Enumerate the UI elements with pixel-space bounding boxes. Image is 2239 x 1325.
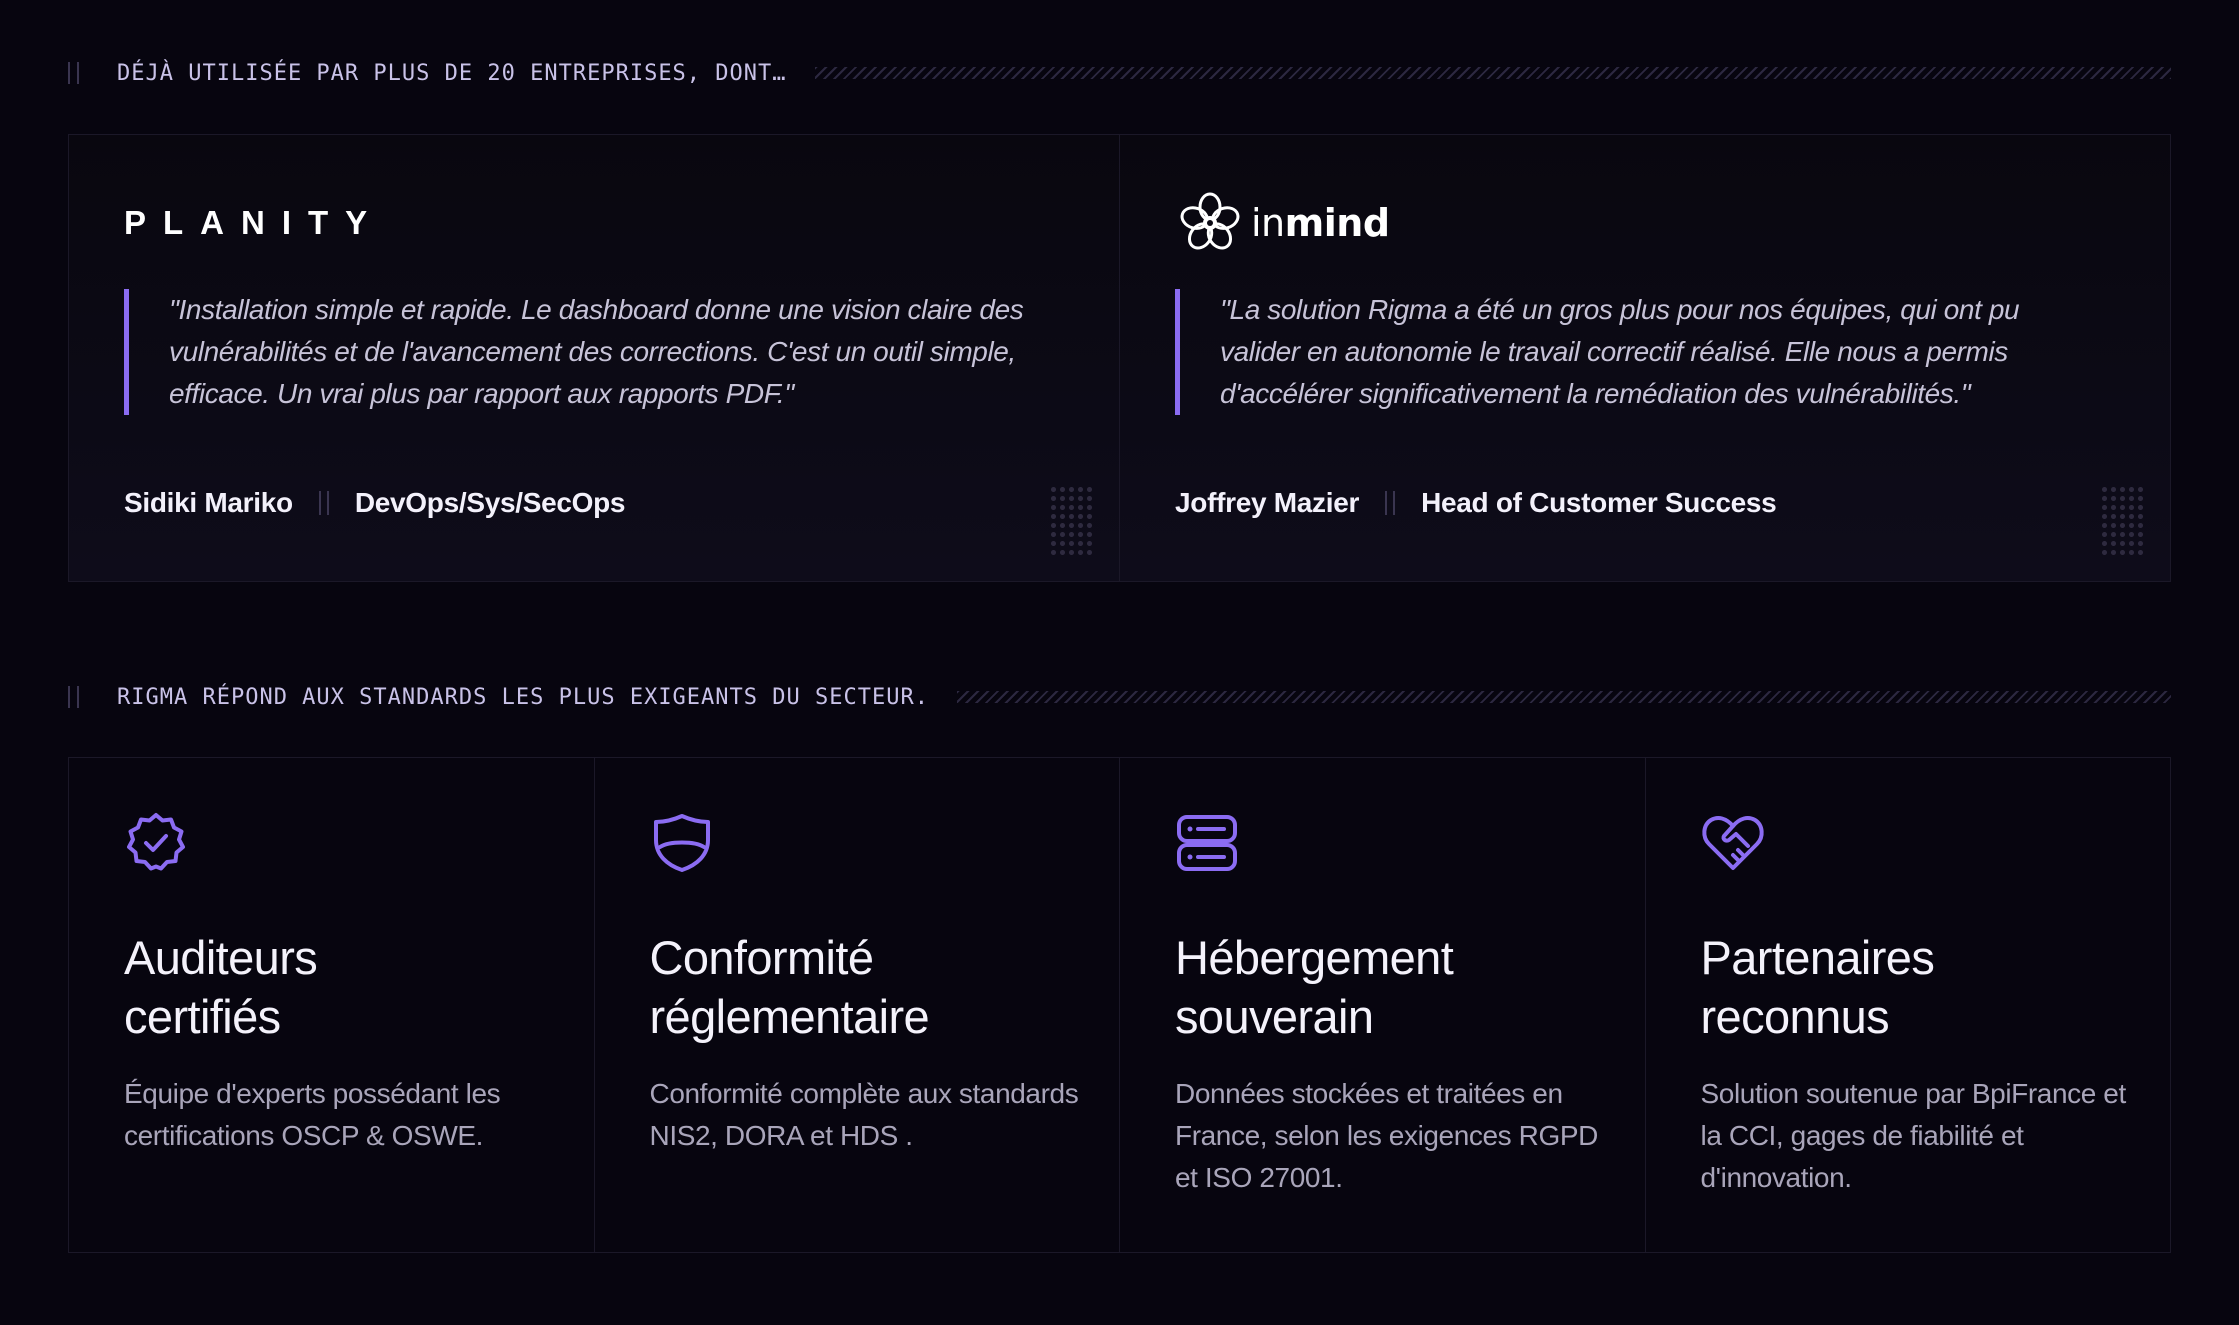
author-separator — [318, 491, 329, 515]
feature-card-recognized-partners: Partenaires reconnus Solution soutenue p… — [1644, 758, 2171, 1252]
testimonial-card-planity: PLANITY "Installation simple et rapide. … — [69, 135, 1119, 581]
dot-grid-decoration — [1049, 485, 1093, 555]
testimonial-card-inmind: inmind "La solution Rigma a été un gros … — [1119, 135, 2170, 581]
feature-title: Hébergement souverain — [1175, 931, 1454, 1043]
planity-logo-text: PLANITY — [124, 204, 385, 241]
feature-card-certified-auditors: Auditeurs certifiés Équipe d'experts pos… — [69, 758, 594, 1252]
label-bars-decoration — [68, 686, 79, 708]
hatched-divider — [956, 691, 2171, 703]
inmind-logo: inmind — [1175, 187, 1390, 259]
testimonial-author: Sidiki Mariko DevOps/Sys/SecOps — [124, 487, 626, 519]
dot-grid-decoration — [2100, 485, 2144, 555]
testimonials-panel: PLANITY "Installation simple et rapide. … — [68, 134, 2171, 582]
author-role: Head of Customer Success — [1421, 487, 1777, 518]
clients-section-label: DÉJÀ UTILISÉE PAR PLUS DE 20 ENTREPRISES… — [68, 58, 2171, 88]
feature-card-compliance: Conformité réglementaire Conformité comp… — [593, 758, 1120, 1252]
handshake-heart-icon — [1701, 816, 1764, 870]
clients-label-text: DÉJÀ UTILISÉE PAR PLUS DE 20 ENTREPRISES… — [117, 60, 787, 86]
author-name: Sidiki Mariko — [124, 487, 293, 518]
feature-card-sovereign-hosting: Hébergement souverain Données stockées e… — [1119, 758, 1645, 1252]
feature-title: Auditeurs certifiés — [124, 931, 318, 1043]
testimonial-quote: "La solution Rigma a été un gros plus po… — [1175, 289, 2105, 415]
standards-label-text: RIGMA RÉPOND AUX STANDARDS LES PLUS EXIG… — [117, 684, 929, 710]
author-separator — [1385, 491, 1396, 515]
page: DÉJÀ UTILISÉE PAR PLUS DE 20 ENTREPRISES… — [0, 0, 2239, 1325]
feature-description: Données stockées et traitées en France, … — [1175, 1078, 1598, 1193]
badge-check-icon — [127, 813, 185, 871]
inmind-logo-text: inmind — [1251, 201, 1390, 245]
hatched-divider — [814, 67, 2171, 79]
standards-section-label: RIGMA RÉPOND AUX STANDARDS LES PLUS EXIG… — [68, 682, 2171, 712]
feature-title: Partenaires reconnus — [1700, 931, 1935, 1043]
feature-description: Conformité complète aux standards NIS2, … — [649, 1078, 1079, 1151]
feature-description: Solution soutenue par BpiFrance et la CC… — [1700, 1078, 2127, 1193]
shield-icon — [653, 814, 710, 872]
planity-logo: PLANITY — [124, 187, 384, 259]
testimonial-quote: "Installation simple et rapide. Le dashb… — [124, 289, 1054, 415]
testimonial-author: Joffrey Mazier Head of Customer Success — [1175, 487, 1777, 519]
features-grid: Auditeurs certifiés Équipe d'experts pos… — [68, 757, 2171, 1253]
author-name: Joffrey Mazier — [1175, 487, 1360, 518]
feature-title: Conformité réglementaire — [649, 931, 930, 1043]
flower-icon — [1180, 192, 1240, 250]
server-icon — [1177, 815, 1237, 871]
author-role: DevOps/Sys/SecOps — [354, 487, 626, 518]
feature-description: Équipe d'experts possédant les certifica… — [124, 1078, 501, 1151]
label-bars-decoration — [68, 62, 79, 84]
